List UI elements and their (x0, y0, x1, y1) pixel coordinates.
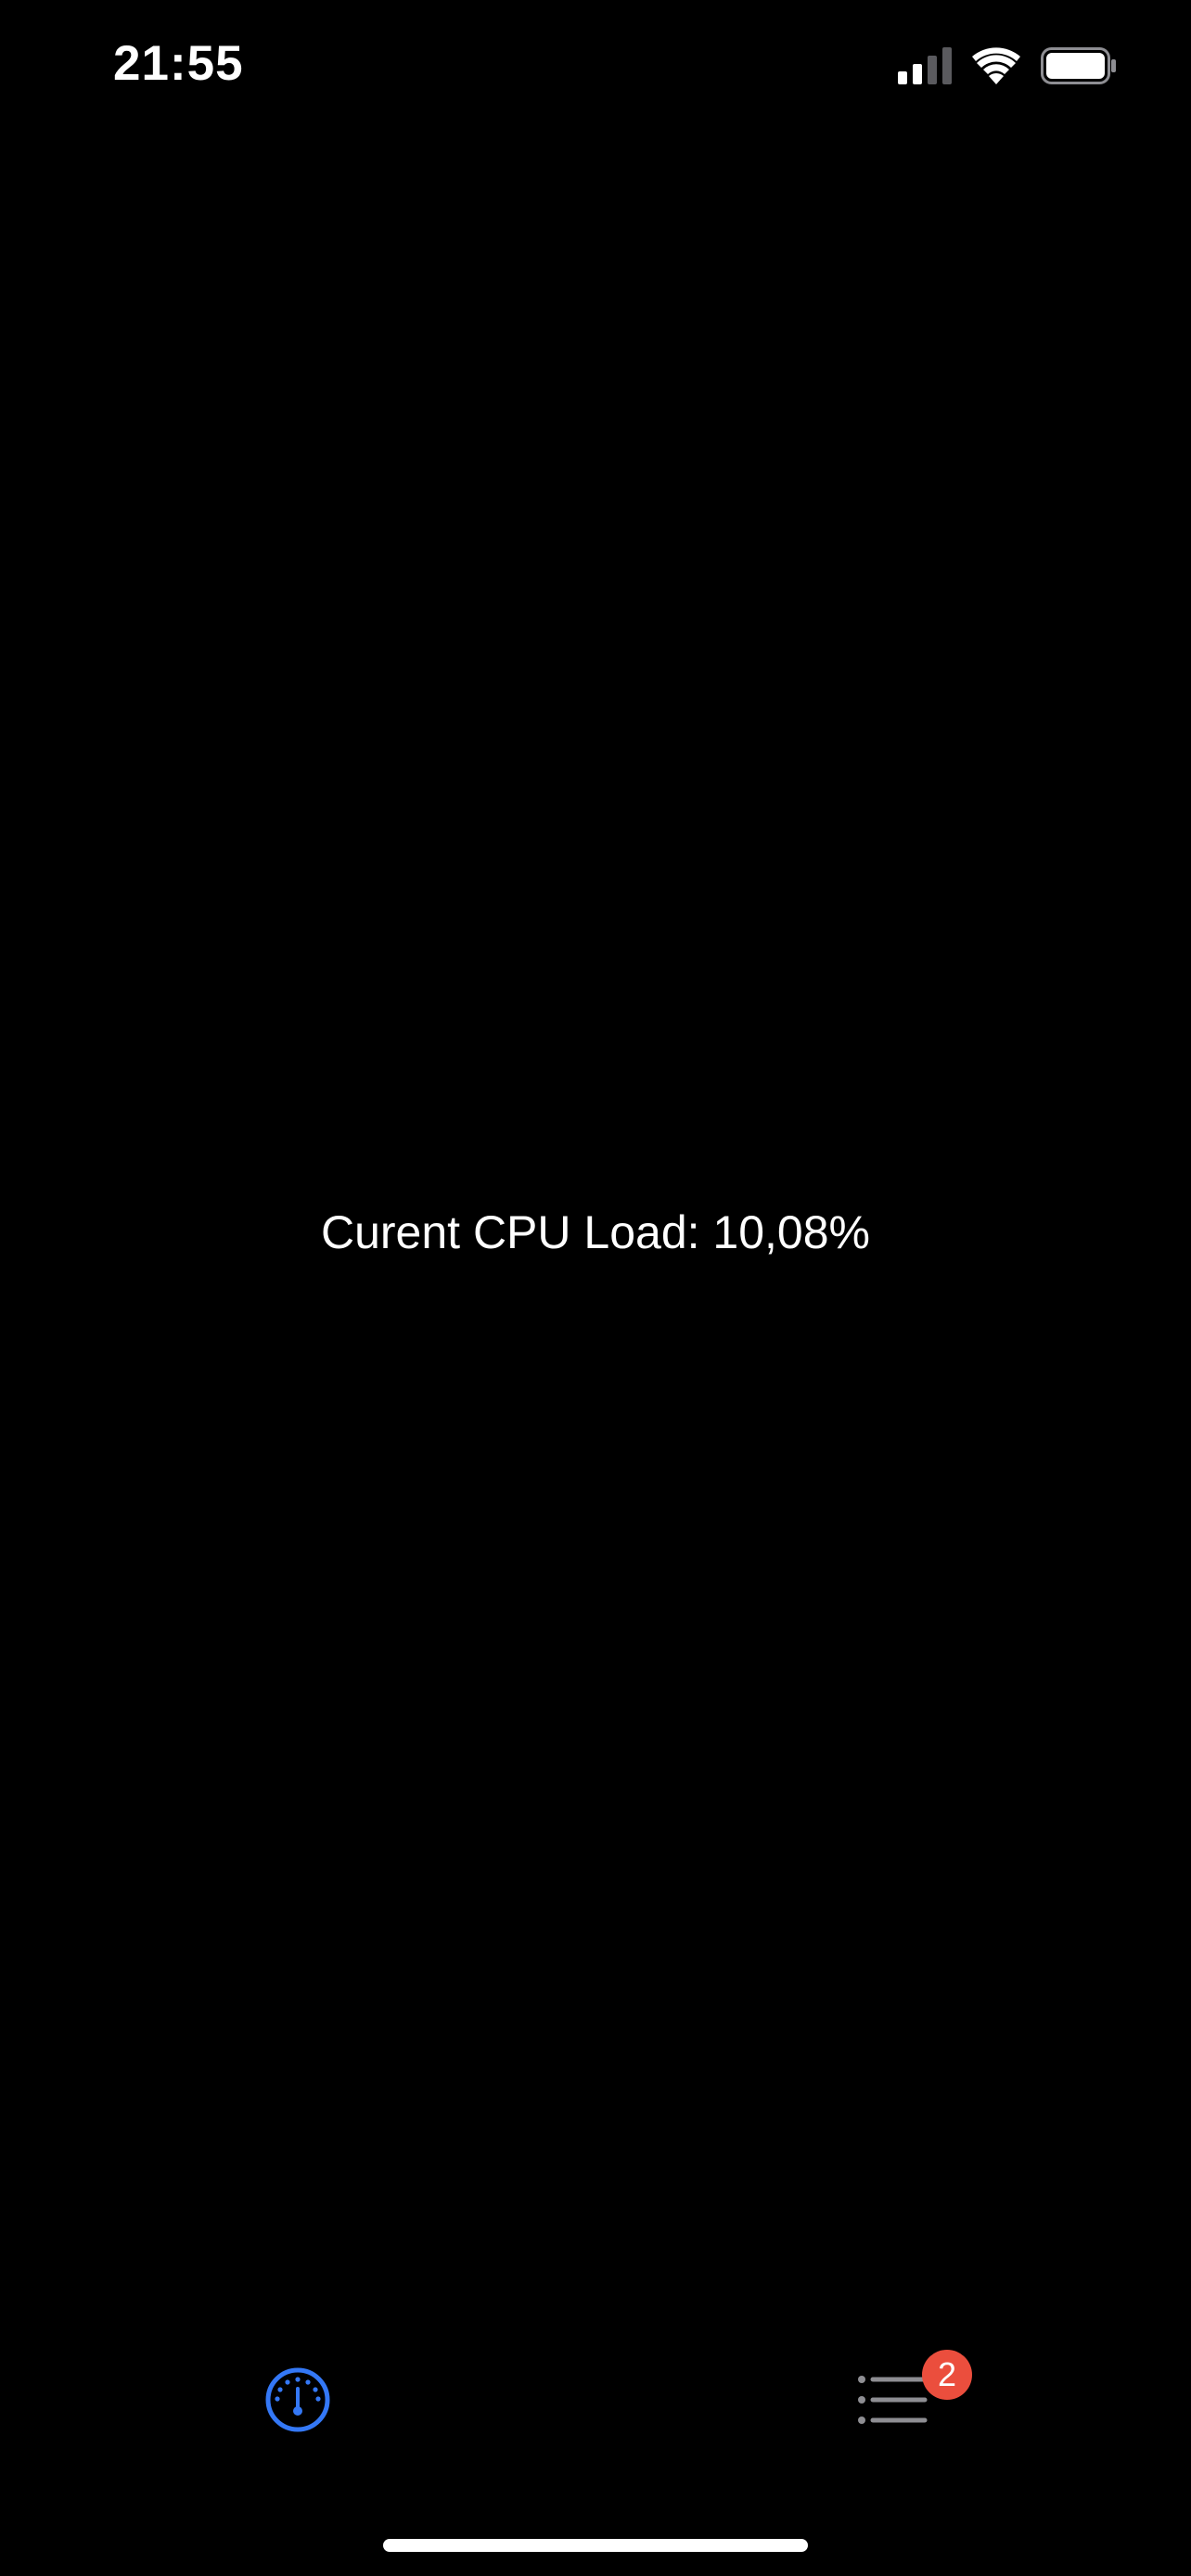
battery-icon (1041, 46, 1117, 89)
status-time: 21:55 (113, 36, 244, 91)
cellular-signal-icon (898, 46, 952, 89)
list-icon (856, 2372, 928, 2432)
tab-monitor[interactable] (251, 2355, 344, 2448)
cpu-load-label: Curent CPU Load: 10,08% (320, 1206, 871, 1258)
status-bar: 21:55 (0, 0, 1191, 130)
tab-bar (0, 2327, 1191, 2476)
home-indicator[interactable] (383, 2539, 808, 2552)
status-icons (898, 45, 1117, 91)
gauge-icon (264, 2366, 331, 2438)
wifi-icon (972, 46, 1020, 89)
notification-badge: 2 (922, 2350, 972, 2400)
main-content: Curent CPU Load: 10,08% (0, 130, 1191, 2327)
